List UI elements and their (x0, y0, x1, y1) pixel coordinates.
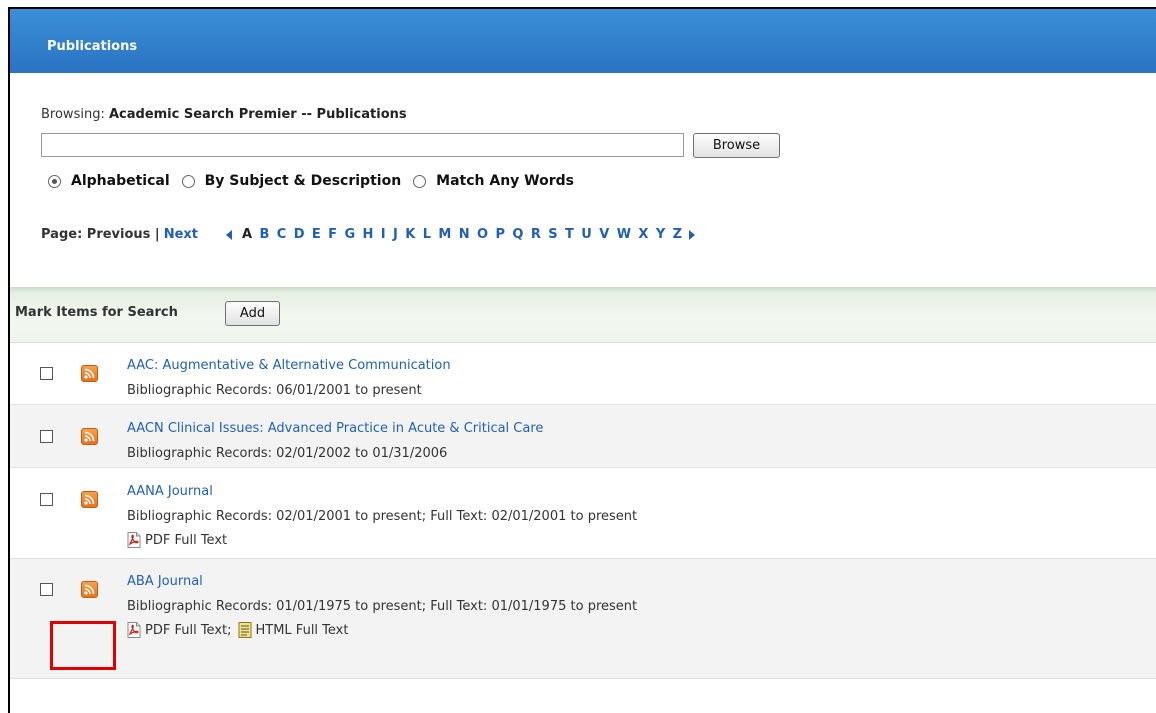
letter-link-j[interactable]: J (393, 227, 398, 242)
alphabet-nav: ABCDEFGHIJKLMNOPQRSTUVWXYZ (225, 227, 696, 242)
mark-checkbox[interactable] (40, 430, 53, 443)
mark-checkbox[interactable] (40, 583, 53, 596)
radio-label: Alphabetical (71, 173, 170, 189)
mark-items-bar: Mark Items for Search Add (10, 287, 1156, 343)
publication-title-link[interactable]: AAC: Augmentative & Alternative Communic… (127, 358, 451, 373)
browse-area: Browsing: Academic Search Premier -- Pub… (10, 73, 1156, 287)
coverage-info: Bibliographic Records: 02/01/2002 to 01/… (127, 446, 448, 461)
letter-link-z[interactable]: Z (673, 227, 682, 242)
letter-link-m[interactable]: M (438, 227, 451, 242)
coverage-info: Bibliographic Records: 06/01/2001 to pre… (127, 383, 422, 398)
letter-link-c[interactable]: C (277, 227, 287, 242)
database-name: Academic Search Premier -- Publications (108, 107, 407, 122)
letter-link-q[interactable]: Q (512, 227, 523, 242)
letter-link-n[interactable]: N (459, 227, 470, 242)
letter-link-h[interactable]: H (363, 227, 374, 242)
letter-link-r[interactable]: R (531, 227, 541, 242)
rss-feed-icon[interactable] (81, 365, 98, 382)
coverage-info: Bibliographic Records: 02/01/2001 to pre… (127, 509, 638, 524)
letter-link-a[interactable]: A (242, 227, 252, 242)
radio-button[interactable] (181, 174, 195, 188)
list-item: ABA Journal Bibliographic Records: 01/01… (10, 559, 1156, 679)
previous-letter-arrow-icon[interactable] (225, 229, 232, 240)
pdf-full-text-link[interactable]: PDF Full Text (145, 533, 227, 548)
letter-link-o[interactable]: O (477, 227, 488, 242)
rss-feed-icon[interactable] (81, 428, 98, 445)
letter-link-y[interactable]: Y (656, 227, 665, 242)
pagination-row: Page: Previous | Next ABCDEFGHIJKLMNOPQR… (41, 227, 696, 242)
letter-link-x[interactable]: X (638, 227, 648, 242)
rss-feed-icon[interactable] (81, 581, 98, 598)
html-full-text-link[interactable]: HTML Full Text (256, 623, 349, 638)
add-button[interactable]: Add (225, 301, 280, 326)
page-previous-label: Page: Previous | (41, 227, 160, 242)
publication-title-link[interactable]: AACN Clinical Issues: Advanced Practice … (127, 421, 543, 436)
letter-link-w[interactable]: W (617, 227, 631, 242)
letter-link-u[interactable]: U (581, 227, 592, 242)
mark-checkbox[interactable] (40, 493, 53, 506)
browse-mode-radios: Alphabetical By Subject & Description Ma… (48, 173, 586, 189)
panel-header: Publications (10, 9, 1156, 73)
list-item: AANA Journal Bibliographic Records: 02/0… (10, 468, 1156, 559)
letter-link-p[interactable]: P (495, 227, 505, 242)
publication-title-link[interactable]: ABA Journal (127, 574, 203, 589)
browse-search-input[interactable] (41, 133, 684, 157)
radio-match-any-words[interactable]: Match Any Words (413, 173, 574, 189)
publication-title-link[interactable]: AANA Journal (127, 484, 213, 499)
letter-link-g[interactable]: G (344, 227, 355, 242)
radio-by-subject[interactable]: By Subject & Description (181, 173, 402, 189)
list-item: AAC: Augmentative & Alternative Communic… (10, 343, 1156, 405)
pdf-icon[interactable] (127, 532, 141, 548)
letter-link-k[interactable]: K (405, 227, 415, 242)
browse-button[interactable]: Browse (693, 133, 780, 158)
letter-link-v[interactable]: V (599, 227, 609, 242)
mark-items-label: Mark Items for Search (15, 305, 178, 320)
coverage-info: Bibliographic Records: 01/01/1975 to pre… (127, 599, 638, 614)
browsing-line: Browsing: Academic Search Premier -- Pub… (41, 107, 407, 122)
panel-title: Publications (47, 39, 138, 54)
letter-link-b[interactable]: B (259, 227, 269, 242)
letter-link-l[interactable]: L (423, 227, 431, 242)
publications-panel: Publications Browsing: Academic Search P… (8, 7, 1156, 713)
radio-button[interactable] (48, 174, 61, 188)
rss-feed-icon[interactable] (81, 491, 98, 508)
letter-link-e[interactable]: E (312, 227, 321, 242)
full-text-links: PDF Full Text; HTML Full Text (127, 622, 348, 638)
radio-label: By Subject & Description (204, 173, 402, 189)
letter-link-f[interactable]: F (328, 227, 337, 242)
mark-checkbox[interactable] (40, 367, 53, 380)
letter-link-i[interactable]: I (381, 227, 386, 242)
browsing-label: Browsing: (41, 107, 105, 122)
pdf-full-text-link[interactable]: PDF Full Text; (145, 623, 232, 638)
letter-link-s[interactable]: S (548, 227, 557, 242)
radio-button[interactable] (413, 174, 427, 188)
html-document-icon[interactable] (238, 622, 252, 638)
next-letter-arrow-icon[interactable] (689, 229, 696, 240)
letter-link-d[interactable]: D (294, 227, 305, 242)
radio-label: Match Any Words (436, 173, 575, 189)
radio-alphabetical[interactable]: Alphabetical (48, 173, 170, 189)
list-item: AACN Clinical Issues: Advanced Practice … (10, 405, 1156, 468)
letter-link-t[interactable]: T (565, 227, 574, 242)
pdf-icon[interactable] (127, 622, 141, 638)
full-text-links: PDF Full Text (127, 532, 227, 548)
page-next-link[interactable]: Next (164, 227, 198, 242)
